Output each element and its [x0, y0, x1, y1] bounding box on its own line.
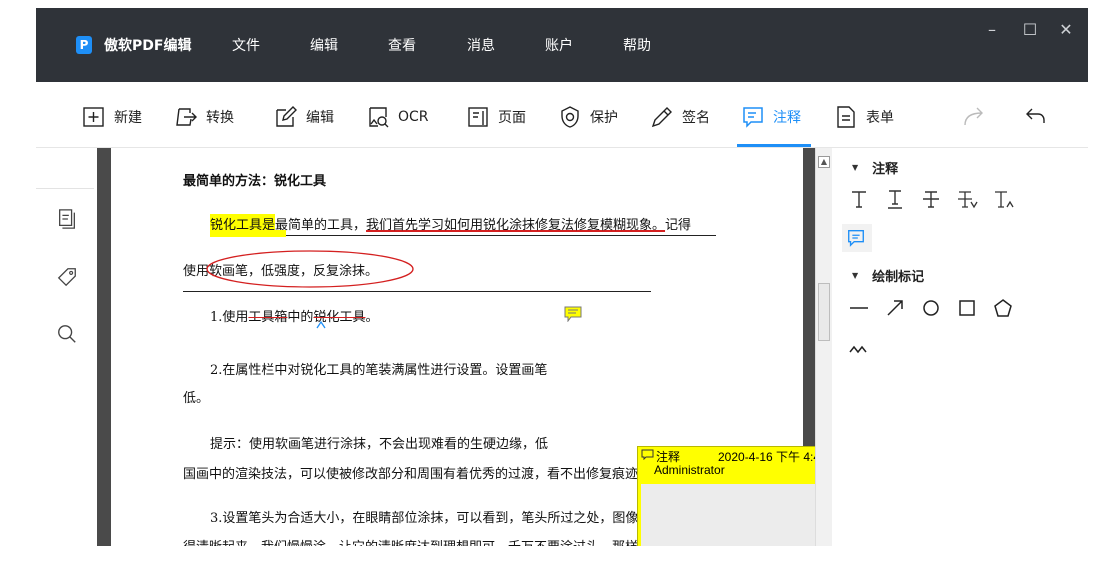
menu-edit[interactable]: 编辑	[310, 35, 338, 55]
text-icon[interactable]	[848, 188, 870, 210]
undo-icon	[1026, 108, 1045, 123]
document-viewer[interactable]: 最简单的方法：锐化工具 锐化工具是 最简单的工具， 我们首先学习如何用锐化涂抹修…	[97, 148, 866, 546]
form-icon	[837, 106, 855, 128]
ocr-icon	[369, 107, 389, 128]
app-window: P 傲软PDF编辑 文件 编辑 查看 消息 账户 帮助 – ☐ ✕ 新建 转换 …	[36, 8, 1088, 546]
sticky-note-icon[interactable]	[846, 228, 866, 248]
collapse-caret-icon: ▼	[852, 163, 859, 172]
circle-icon[interactable]	[920, 297, 942, 319]
tool-protect-label: 保护	[590, 110, 618, 126]
app-name: 傲软PDF编辑	[104, 38, 192, 54]
replace-text-icon[interactable]	[956, 188, 978, 210]
tool-convert[interactable]: 转换	[174, 104, 234, 130]
note-author: Administrator	[654, 463, 725, 477]
insert-caret-icon[interactable]	[316, 320, 326, 330]
menu-help[interactable]: 帮助	[623, 35, 651, 55]
doc-line-8: 3.设置笔头为合适大小，在眼睛部位涂抹，可以看到，笔头所过之处，图像会慢慢变	[210, 511, 691, 526]
sidebar-divider	[36, 188, 94, 189]
tool-annotate-label: 注释	[773, 110, 801, 126]
tag-icon[interactable]	[56, 266, 78, 288]
tool-new-label: 新建	[114, 110, 142, 126]
tool-ocr[interactable]: OCR	[366, 104, 429, 130]
page-icon	[468, 107, 488, 127]
tool-form[interactable]: 表单	[834, 104, 894, 130]
toolbar: 新建 转换 编辑 OCR 页面 保护 签名 注释 表单	[36, 82, 1088, 148]
rectangle-icon[interactable]	[956, 297, 978, 319]
doc-line-4: 2.在属性栏中对锐化工具的笔装满属性进行设置。设置画笔	[210, 363, 548, 378]
comment-icon	[743, 107, 763, 128]
strikethrough-text-icon[interactable]	[920, 188, 942, 210]
left-sidebar	[36, 148, 97, 546]
tool-protect[interactable]: 保护	[558, 104, 618, 130]
undo-button[interactable]	[1023, 104, 1047, 130]
doc-line-5: 低。	[183, 391, 210, 406]
redo-button[interactable]	[962, 104, 986, 130]
tool-new[interactable]: 新建	[82, 104, 142, 130]
menu-view[interactable]: 查看	[388, 35, 416, 55]
doc-line-7: 国画中的渲染技法，可以使被修改部分和周围有着优秀的过渡，看不出修复痕迹。	[183, 467, 652, 482]
tool-edit[interactable]: 编辑	[274, 104, 334, 130]
scroll-thumb[interactable]	[818, 283, 830, 341]
maximize-button[interactable]: ☐	[1020, 20, 1040, 39]
close-button[interactable]: ✕	[1056, 20, 1076, 39]
section-annotate-title: 注释	[872, 162, 899, 177]
doc-text-prefix: 使	[183, 264, 197, 279]
note-title-icon	[641, 449, 654, 460]
scroll-up-button[interactable]: ▲	[818, 156, 830, 168]
active-tab-indicator	[737, 144, 811, 147]
collapse-caret-icon: ▼	[852, 271, 859, 280]
tool-sign-label: 签名	[682, 110, 710, 126]
tool-page[interactable]: 页面	[466, 104, 526, 130]
tool-convert-label: 转换	[206, 110, 234, 126]
tool-page-label: 页面	[498, 110, 526, 126]
pentagon-icon[interactable]	[992, 297, 1014, 319]
ellipse-annotation[interactable]	[205, 249, 415, 289]
arrow-icon[interactable]	[884, 297, 906, 319]
tool-ocr-label: OCR	[398, 109, 429, 125]
tool-edit-label: 编辑	[306, 110, 334, 126]
doc-line-3: 1.使用 工具箱 中的 锐化工具 。	[210, 306, 378, 325]
doc-line-6: 提示：使用软画笔进行涂抹，不会出现难看的生硬边缘，低	[210, 437, 549, 452]
edit-icon	[276, 106, 297, 127]
section-annotate-header[interactable]: ▼ 注释	[852, 158, 898, 177]
freehand-icon[interactable]	[848, 338, 870, 360]
redo-icon	[964, 107, 983, 126]
doc-line-9: 得清晰起来，我们慢慢涂，让它的清晰度达到理想即可，千万不要涂过头，那样就会出现	[183, 536, 690, 546]
tool-sign[interactable]: 签名	[650, 104, 710, 130]
note-marker-icon[interactable]	[564, 306, 582, 322]
doc-text-tail: 记得	[665, 218, 692, 233]
tool-annotate[interactable]: 注释	[741, 104, 801, 130]
strikethrough-text[interactable]: 工具箱	[248, 306, 287, 325]
underline-text-icon[interactable]	[884, 188, 906, 210]
menu-account[interactable]: 账户	[545, 35, 573, 55]
doc-heading: 最简单的方法：锐化工具	[183, 174, 327, 189]
doc-text-prefix: 1.使用	[210, 310, 249, 325]
thumbnails-icon[interactable]	[56, 208, 78, 230]
doc-text-suffix: 。	[365, 310, 379, 325]
doc-text-middle: 中的	[287, 310, 314, 325]
vertical-scrollbar[interactable]: ▲	[815, 148, 832, 546]
highlight-block[interactable]	[210, 230, 286, 237]
search-icon[interactable]	[56, 323, 78, 345]
menu-messages[interactable]: 消息	[467, 35, 495, 55]
new-file-icon	[83, 107, 104, 127]
doc-text-plain: 最简单的工具，	[275, 218, 367, 233]
pen-icon	[651, 107, 672, 128]
insert-text-icon[interactable]	[992, 188, 1014, 210]
minimize-button[interactable]: –	[982, 20, 1002, 39]
section-draw-title: 绘制标记	[872, 270, 925, 285]
app-logo-icon: P	[76, 36, 92, 54]
drawn-line-2[interactable]	[183, 291, 651, 292]
annotation-panel: ▼ 注释 ▼ 绘制标记	[832, 148, 1088, 546]
line-icon[interactable]	[848, 297, 870, 319]
convert-icon	[176, 108, 197, 126]
section-draw-header[interactable]: ▼ 绘制标记	[852, 266, 924, 285]
underlined-text[interactable]: 我们首先学习如何用锐化涂抹修复法修复模糊现象。	[366, 214, 665, 233]
tool-form-label: 表单	[866, 110, 894, 126]
title-bar: P 傲软PDF编辑 文件 编辑 查看 消息 账户 帮助 – ☐ ✕	[36, 8, 1088, 82]
shield-icon	[561, 106, 579, 128]
menu-file[interactable]: 文件	[232, 35, 260, 55]
